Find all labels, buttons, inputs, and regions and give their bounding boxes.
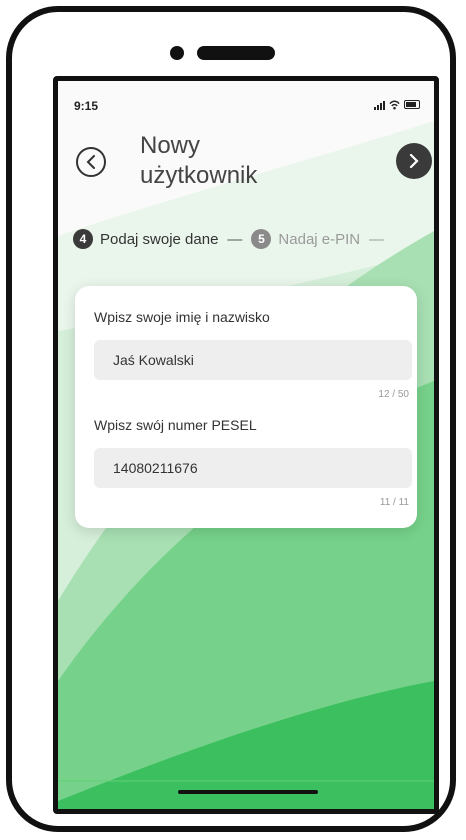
step-label-next: Nadaj e-PIN [278, 230, 361, 248]
app-screen: 9:15 Nowy użytkownik 4 Podaj swoje dane … [53, 76, 439, 814]
step-divider: — [369, 230, 385, 248]
wifi-icon [389, 100, 400, 110]
step-number-active: 4 [73, 229, 93, 249]
chevron-left-icon [86, 155, 95, 169]
pesel-input[interactable] [94, 448, 412, 488]
step-number-next: 5 [251, 229, 272, 249]
name-field-label: Wpisz swoje imię i nazwisko [94, 309, 270, 325]
speaker-bar [197, 46, 275, 60]
form-card: Wpisz swoje imię i nazwisko 12 / 50 Wpis… [75, 286, 417, 528]
name-input[interactable] [94, 340, 412, 380]
camera-dot [170, 46, 184, 60]
phone-frame: 9:15 Nowy użytkownik 4 Podaj swoje dane … [6, 6, 456, 832]
home-indicator[interactable] [178, 790, 318, 794]
chevron-right-icon [409, 154, 419, 168]
step-label-active: Podaj swoje dane [100, 230, 219, 248]
page-title-line2: użytkownik [140, 162, 258, 189]
battery-icon [404, 100, 420, 109]
next-button[interactable] [396, 143, 432, 179]
name-char-counter: 12 / 50 [378, 389, 409, 400]
signal-icon [374, 101, 385, 110]
page-title: Nowy użytkownik [140, 131, 257, 191]
pesel-field-label: Wpisz swój numer PESEL [94, 417, 257, 433]
step-divider: — [227, 230, 243, 248]
stepper: 4 Podaj swoje dane — 5 Nadaj e-PIN — [73, 228, 393, 250]
page-title-line1: Nowy [140, 132, 201, 159]
back-button[interactable] [76, 147, 106, 177]
status-icons [374, 98, 420, 110]
pesel-char-counter: 11 / 11 [379, 497, 409, 508]
status-time: 9:15 [74, 99, 99, 113]
